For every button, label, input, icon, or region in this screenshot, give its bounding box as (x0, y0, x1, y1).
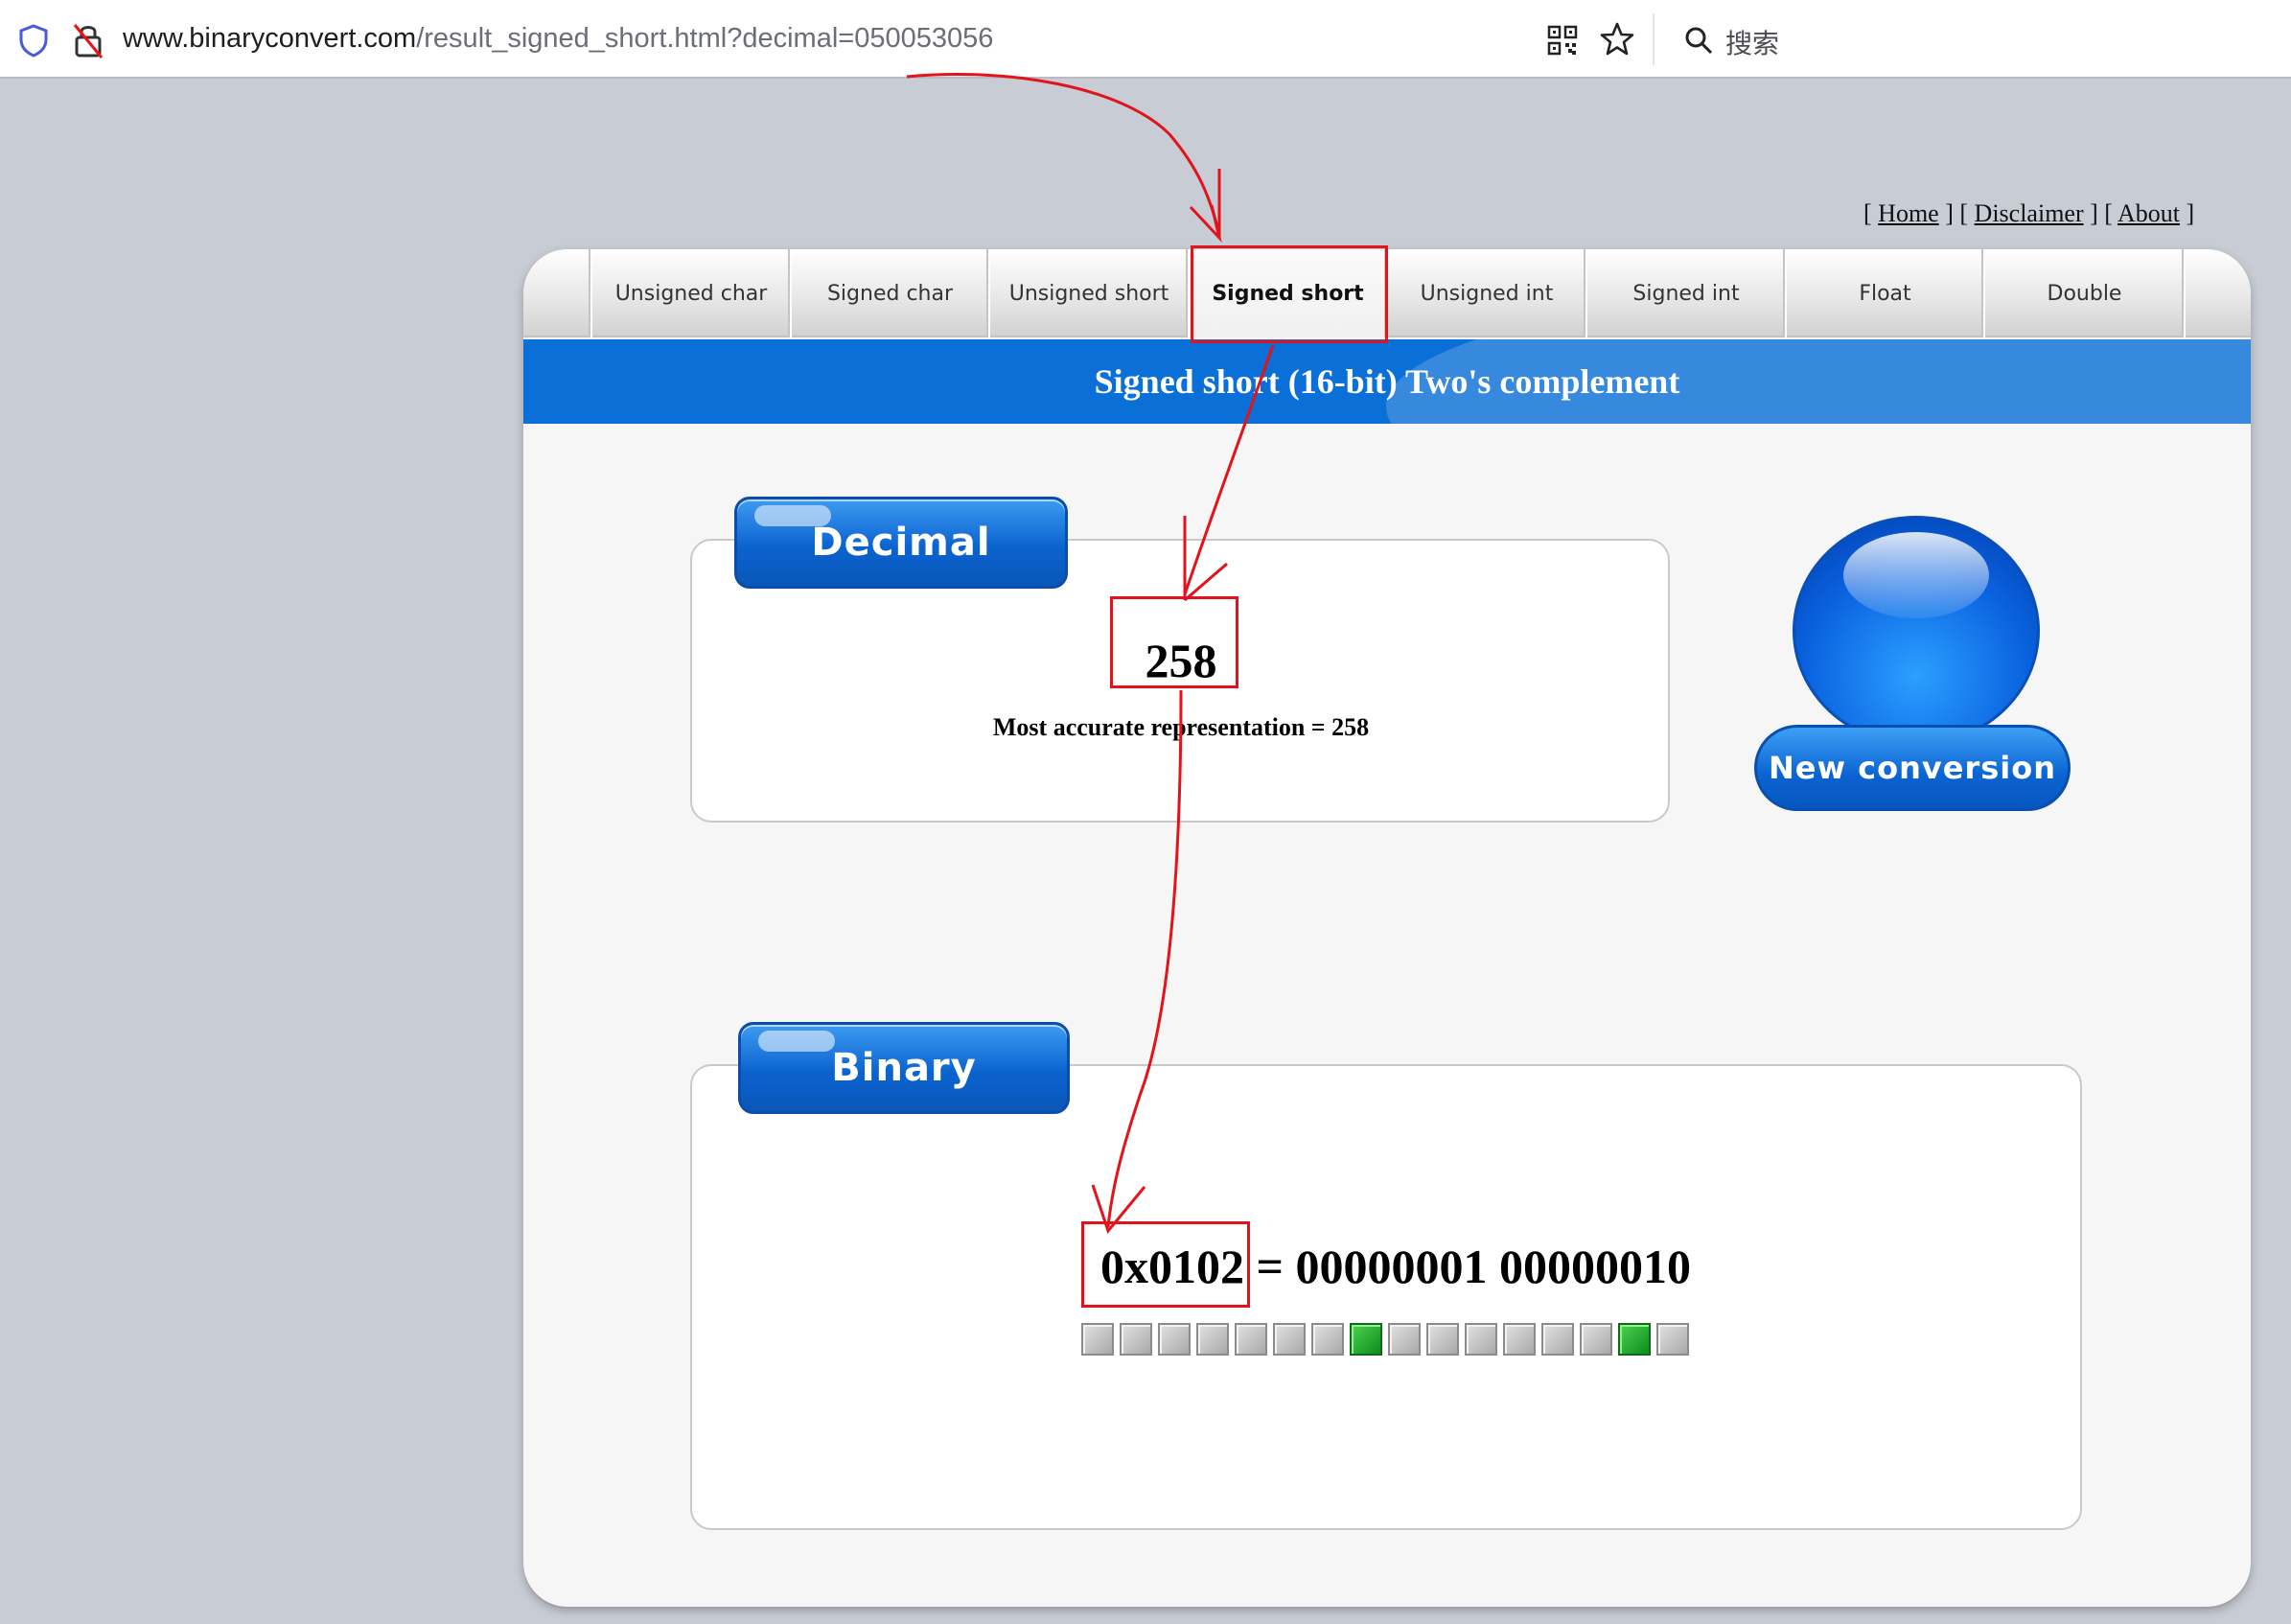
decimal-heading-label: Decimal (811, 521, 991, 565)
toolbar-divider (1653, 13, 1655, 65)
home-link[interactable]: Home (1878, 199, 1939, 227)
decimal-note: Most accurate representation = 258 (992, 713, 1370, 741)
bit-indicator-15 (1656, 1323, 1689, 1356)
bit-indicator-12 (1541, 1323, 1574, 1356)
arrow-url-to-tab-head (1189, 169, 1222, 244)
top-links: [ Home ] [ Disclaimer ] [ About ] (1863, 199, 2195, 227)
tab-float[interactable]: Float (1785, 249, 1983, 337)
search-input[interactable]: 搜索 (1725, 23, 1779, 61)
annotation-box-tab (1191, 245, 1388, 343)
bit-indicator-9 (1426, 1323, 1459, 1356)
annotation-box-hex (1081, 1221, 1250, 1308)
browser-toolbar: www.binaryconvert.com/result_signed_shor… (0, 0, 2291, 79)
arrow-url-to-tab (906, 73, 1221, 235)
bit-indicator-1 (1120, 1323, 1152, 1356)
bookmark-star-icon[interactable] (1599, 21, 1635, 58)
search-icon[interactable] (1683, 25, 1714, 56)
binary-heading-label: Binary (831, 1046, 977, 1090)
bit-indicator-5 (1273, 1323, 1306, 1356)
annotation-box-decimal (1110, 596, 1238, 688)
new-conversion-button[interactable]: New conversion (1754, 516, 2071, 813)
insecure-lock-icon[interactable] (71, 21, 105, 59)
about-link[interactable]: About (2117, 199, 2180, 227)
tab-edge-right (2184, 249, 2251, 337)
tab-signed-int[interactable]: Signed int (1585, 249, 1785, 337)
bit-indicator-14 (1618, 1323, 1651, 1356)
bit-indicator-7 (1350, 1323, 1382, 1356)
bit-indicators (1081, 1323, 1689, 1356)
page-banner: Signed short (16-bit) Two's complement (523, 339, 2251, 424)
decimal-heading: Decimal (734, 497, 1068, 589)
bit-indicator-8 (1388, 1323, 1421, 1356)
bit-indicator-2 (1158, 1323, 1191, 1356)
tab-unsigned-int[interactable]: Unsigned int (1386, 249, 1585, 337)
bit-indicator-0 (1081, 1323, 1114, 1356)
converter-panel: Unsigned char Signed char Unsigned short… (523, 249, 2251, 1607)
bit-indicator-4 (1235, 1323, 1267, 1356)
disclaimer-link[interactable]: Disclaimer (1975, 199, 2084, 227)
tab-signed-char[interactable]: Signed char (790, 249, 988, 337)
tab-unsigned-short[interactable]: Unsigned short (988, 249, 1188, 337)
pill-gloss (758, 1031, 835, 1052)
blue-orb-icon (1793, 516, 2040, 746)
address-bar-url[interactable]: www.binaryconvert.com/result_signed_shor… (123, 23, 993, 55)
tab-edge-left (523, 249, 590, 337)
bit-indicator-13 (1580, 1323, 1612, 1356)
bit-indicator-11 (1503, 1323, 1536, 1356)
binary-value: = 00000001 00000010 (1244, 1240, 1692, 1293)
page-title: Signed short (16-bit) Two's complement (1094, 362, 1680, 401)
qr-code-icon[interactable] (1547, 25, 1578, 56)
new-conversion-label: New conversion (1754, 725, 2071, 811)
url-host: www.binaryconvert.com (123, 23, 417, 54)
binary-box: 0x0102 = 00000001 00000010 (690, 1064, 2082, 1530)
shield-icon[interactable] (17, 23, 50, 58)
binary-heading: Binary (738, 1022, 1070, 1114)
url-path: /result_signed_short.html?decimal=050053… (416, 23, 994, 54)
bit-indicator-3 (1196, 1323, 1229, 1356)
tab-double[interactable]: Double (1983, 249, 2184, 337)
orb-highlight (1843, 532, 1989, 618)
bit-indicator-6 (1311, 1323, 1344, 1356)
bit-indicator-10 (1465, 1323, 1497, 1356)
tab-unsigned-char[interactable]: Unsigned char (590, 249, 790, 337)
